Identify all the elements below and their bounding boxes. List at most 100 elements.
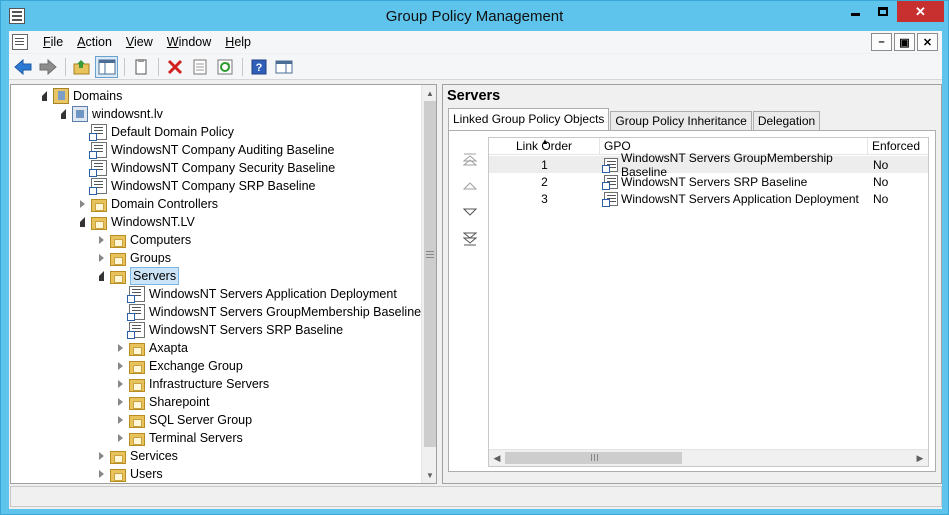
tree-item[interactable]: Exchange Group <box>115 357 243 375</box>
collapsed-arrow-icon[interactable] <box>96 231 106 249</box>
scrollbar-thumb[interactable] <box>424 101 436 447</box>
tree-vertical-scrollbar[interactable]: ▲ ▼ <box>421 85 436 483</box>
link-order-cell: 2 <box>541 174 548 189</box>
tree-item[interactable]: Servers <box>96 267 180 285</box>
properties-button[interactable] <box>129 56 152 78</box>
action-pane-button[interactable] <box>272 56 295 78</box>
ou-folder-icon <box>129 396 145 410</box>
collapsed-arrow-icon[interactable] <box>115 429 125 447</box>
console-tree[interactable]: Domains windowsnt.lv Default Domain Policy… <box>10 84 437 484</box>
scrollbar-thumb[interactable] <box>505 452 682 464</box>
pane-splitter[interactable] <box>438 84 441 484</box>
delete-button[interactable] <box>163 56 186 78</box>
sort-ascending-icon: ▲ <box>541 137 549 146</box>
title-bar[interactable]: Group Policy Management ✕ <box>1 1 948 31</box>
collapsed-arrow-icon[interactable] <box>115 411 125 429</box>
move-to-bottom-button[interactable] <box>461 231 479 249</box>
tree-item[interactable]: Services <box>96 447 178 465</box>
tree-item-label: SQL Server Group <box>149 413 253 427</box>
collapsed-arrow-icon[interactable] <box>77 195 87 213</box>
linked-gpo-list[interactable]: ▲ Link Order GPO Enforced 1 WindowsNT Serv… <box>488 137 929 467</box>
ou-folder-icon <box>110 252 126 266</box>
table-row[interactable]: 3 WindowsNT Servers Application Deploymen… <box>489 190 928 207</box>
tree-item[interactable]: WindowsNT Servers GroupMembership Baseli… <box>115 303 421 321</box>
scroll-left-arrow-icon[interactable]: ◀ <box>489 450 505 466</box>
tree-item[interactable]: Terminal Servers <box>115 429 243 447</box>
tree-item[interactable]: WindowsNT.LV <box>77 213 195 231</box>
tree-item[interactable]: SQL Server Group <box>115 411 252 429</box>
forward-arrow-icon <box>39 58 57 75</box>
gpo-name: WindowsNT Servers Application Deployment <box>621 191 859 206</box>
menu-view[interactable]: View <box>119 31 160 53</box>
table-row[interactable]: 2 WindowsNT Servers SRP Baseline No <box>489 173 928 190</box>
scrollbar-grip-icon <box>426 251 434 252</box>
list-horizontal-scrollbar[interactable]: ◀ ▶ <box>489 449 928 466</box>
tree-item[interactable]: Infrastructure Servers <box>115 375 269 393</box>
table-row[interactable]: 1 WindowsNT Servers GroupMembership Basel… <box>489 151 928 179</box>
tree-item[interactable]: WindowsNT Company SRP Baseline <box>77 177 316 195</box>
forward-button[interactable] <box>36 56 59 78</box>
move-down-button[interactable] <box>461 205 479 219</box>
mdi-close-button[interactable]: ✕ <box>917 33 938 51</box>
menu-help[interactable]: Help <box>218 31 258 53</box>
column-label: Enforced <box>872 139 921 153</box>
collapsed-arrow-icon[interactable] <box>115 375 125 393</box>
menu-accelerator: F <box>43 35 51 49</box>
tree-item[interactable]: windowsnt.lv <box>58 105 163 123</box>
mdi-restore-button[interactable]: ▣ <box>894 33 915 51</box>
up-level-button[interactable] <box>70 56 93 78</box>
refresh-button[interactable] <box>213 56 236 78</box>
tree-item[interactable]: Computers <box>96 231 191 249</box>
column-header-link-order[interactable]: ▲ Link Order <box>489 138 600 155</box>
menu-action[interactable]: Action <box>70 31 119 53</box>
tree-item[interactable]: Default Domain Policy <box>77 123 234 141</box>
tab-delegation[interactable]: Delegation <box>752 111 821 130</box>
scroll-down-arrow-icon[interactable]: ▼ <box>422 467 436 483</box>
show-hide-tree-button[interactable] <box>95 55 118 78</box>
close-button[interactable]: ✕ <box>897 1 944 22</box>
collapsed-arrow-icon[interactable] <box>115 339 125 357</box>
tree-item[interactable]: WindowsNT Servers SRP Baseline <box>115 321 343 339</box>
tree-item[interactable]: Groups <box>96 249 171 267</box>
system-menu-icon[interactable] <box>12 34 28 50</box>
collapsed-arrow-icon[interactable] <box>115 357 125 375</box>
tree-item[interactable]: Users <box>96 465 163 483</box>
menu-file[interactable]: File <box>36 31 70 53</box>
menu-window[interactable]: Window <box>160 31 218 53</box>
maximize-button[interactable] <box>869 1 896 22</box>
tree-item-label: Services <box>130 449 178 463</box>
collapsed-arrow-icon[interactable] <box>96 447 106 465</box>
tree-item[interactable]: WindowsNT Company Security Baseline <box>77 159 335 177</box>
scroll-right-arrow-icon[interactable]: ▶ <box>912 450 928 466</box>
tree-item-label: WindowsNT Servers GroupMembership Baseli… <box>149 305 422 319</box>
expanded-arrow-icon[interactable] <box>58 105 68 123</box>
expanded-arrow-icon[interactable] <box>96 267 106 285</box>
tree-item[interactable]: Axapta <box>115 339 188 357</box>
toolbar-separator <box>158 57 159 76</box>
scroll-up-arrow-icon[interactable]: ▲ <box>422 85 436 101</box>
help-icon: ? <box>251 59 266 74</box>
move-to-top-button[interactable] <box>461 153 479 167</box>
minimize-button[interactable] <box>842 1 868 22</box>
tree-item-label: Users <box>130 467 163 481</box>
column-header-enforced[interactable]: Enforced <box>868 138 928 155</box>
back-button[interactable] <box>11 56 34 78</box>
tab-linked-group-policy-objects[interactable]: Linked Group Policy Objects <box>448 108 610 130</box>
collapsed-arrow-icon[interactable] <box>96 465 106 483</box>
move-up-button[interactable] <box>461 179 479 193</box>
close-icon: ✕ <box>915 3 926 19</box>
tree-item[interactable]: Sharepoint <box>115 393 209 411</box>
export-list-button[interactable] <box>188 56 211 78</box>
collapsed-arrow-icon[interactable] <box>96 249 106 267</box>
expanded-arrow-icon[interactable] <box>77 213 87 231</box>
mdi-minimize-button[interactable]: – <box>871 33 892 51</box>
menu-accelerator: V <box>125 35 135 49</box>
expanded-arrow-icon[interactable] <box>39 87 49 105</box>
tree-item[interactable]: Domains <box>39 87 122 105</box>
collapsed-arrow-icon[interactable] <box>115 393 125 411</box>
tree-item[interactable]: WindowsNT Servers Application Deployment <box>115 285 397 303</box>
tree-item[interactable]: WindowsNT Company Auditing Baseline <box>77 141 335 159</box>
tab-group-policy-inheritance[interactable]: Group Policy Inheritance <box>610 111 752 130</box>
help-button[interactable]: ? <box>247 56 270 78</box>
tree-item[interactable]: Domain Controllers <box>77 195 218 213</box>
